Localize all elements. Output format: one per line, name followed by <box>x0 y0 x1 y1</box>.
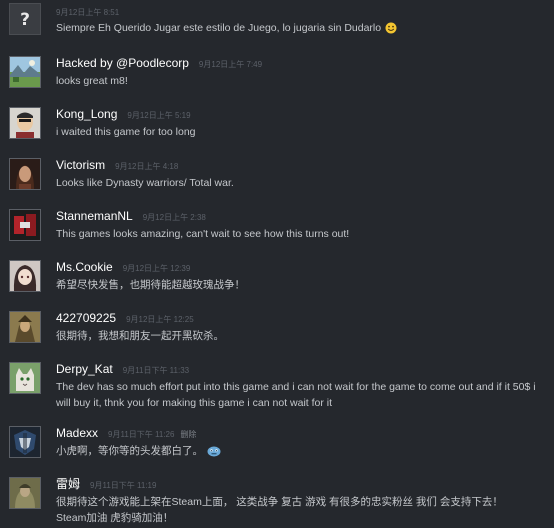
blue-emoticon-icon <box>207 445 221 462</box>
comment-item: Derpy_Kat 9月11日下午 11:33 The dev has so mu… <box>0 358 554 420</box>
comment-author[interactable]: 422709225 <box>56 311 116 325</box>
comment-author[interactable]: Madexx <box>56 426 98 440</box>
red-abstract-avatar[interactable] <box>9 209 41 241</box>
comment-author[interactable]: Hacked by @Poodlecorp <box>56 56 189 70</box>
comment-timestamp: 9月12日上午 7:49 <box>198 60 263 69</box>
shield-logo-avatar[interactable] <box>9 426 41 458</box>
cat-avatar[interactable] <box>9 362 41 394</box>
comment-item: StannemanNL 9月12日上午 2:38 This games looks… <box>0 205 554 255</box>
anime-avatar[interactable] <box>9 260 41 292</box>
comment-timestamp: 9月12日上午 12:39 <box>122 264 191 273</box>
comment-item: Madexx 9月11日下午 11:26 删除 小虎啊，等你等的头发都白了。 <box>0 422 554 472</box>
armored-figure-avatar[interactable] <box>9 477 41 509</box>
comment-text: This games looks amazing, can't wait to … <box>56 228 350 240</box>
warrior-avatar[interactable] <box>9 311 41 343</box>
comment-author[interactable]: StannemanNL <box>56 209 133 223</box>
comment-timestamp: 9月11日下午 11:19 <box>90 481 157 490</box>
question-mark-avatar[interactable]: ? <box>9 3 41 35</box>
comment-text: looks great m8! <box>56 75 128 87</box>
comment-text: 很期待这个游戏能上架在Steam上面， 这类战争 复古 游戏 有很多的忠实粉丝 … <box>56 496 503 524</box>
comment-text: Siempre Eh Querido Jugar este estilo de … <box>56 20 544 39</box>
comment-timestamp: 9月12日上午 8:51 <box>56 8 120 17</box>
comment-author[interactable]: Kong_Long <box>56 107 117 121</box>
comment-item: ? 9月12日上午 8:51 Siempre Eh Querido Jugar … <box>0 0 554 48</box>
svg-text:?: ? <box>20 10 30 30</box>
comment-item: Hacked by @Poodlecorp 9月12日上午 7:49 looks … <box>0 52 554 102</box>
delete-link[interactable]: 删除 <box>180 430 196 439</box>
comment-text: i waited this game for too long <box>56 126 196 138</box>
comment-text: Looks like Dynasty warriors/ Total war. <box>56 177 234 189</box>
comment-text: The dev has so much effort put into this… <box>56 381 536 409</box>
comment-timestamp: 9月11日下午 11:26 <box>108 430 175 439</box>
comment-timestamp: 9月12日上午 5:19 <box>127 111 191 120</box>
comment-author[interactable]: Derpy_Kat <box>56 362 113 376</box>
comment-author[interactable]: Ms.Cookie <box>56 260 113 274</box>
landscape-avatar[interactable] <box>9 56 41 88</box>
comment-thread: ? 9月12日上午 8:51 Siempre Eh Querido Jugar … <box>0 0 554 528</box>
comment-author[interactable]: 雷姆 <box>56 477 80 491</box>
comment-item: 422709225 9月12日上午 12:25 很期待，我想和朋友一起开黑砍杀。 <box>0 307 554 357</box>
portrait-avatar[interactable] <box>9 158 41 190</box>
comment-item: Victorism 9月12日上午 4:18 Looks like Dynasty… <box>0 154 554 204</box>
comment-item: Ms.Cookie 9月12日上午 12:39 希望尽快发售，也期待能超越玫瑰战争… <box>0 256 554 306</box>
comment-text: 小虎啊，等你等的头发都白了。 <box>56 443 544 462</box>
comment-timestamp: 9月12日上午 2:38 <box>142 213 206 222</box>
comment-text: 希望尽快发售，也期待能超越玫瑰战争！ <box>56 279 245 291</box>
comment-timestamp: 9月12日上午 4:18 <box>115 162 179 171</box>
character-avatar[interactable] <box>9 107 41 139</box>
comment-text: 很期待，我想和朋友一起开黑砍杀。 <box>56 330 224 342</box>
comment-timestamp: 9月12日上午 12:25 <box>126 315 194 324</box>
comment-timestamp: 9月11日下午 11:33 <box>122 366 190 375</box>
comment-author[interactable]: Victorism <box>56 158 105 172</box>
comment-item: Kong_Long 9月12日上午 5:19 i waited this game… <box>0 103 554 153</box>
comment-item: 雷姆 9月11日下午 11:19 很期待这个游戏能上架在Steam上面， 这类战争… <box>0 473 554 528</box>
smiley-emoticon-icon <box>385 22 397 39</box>
